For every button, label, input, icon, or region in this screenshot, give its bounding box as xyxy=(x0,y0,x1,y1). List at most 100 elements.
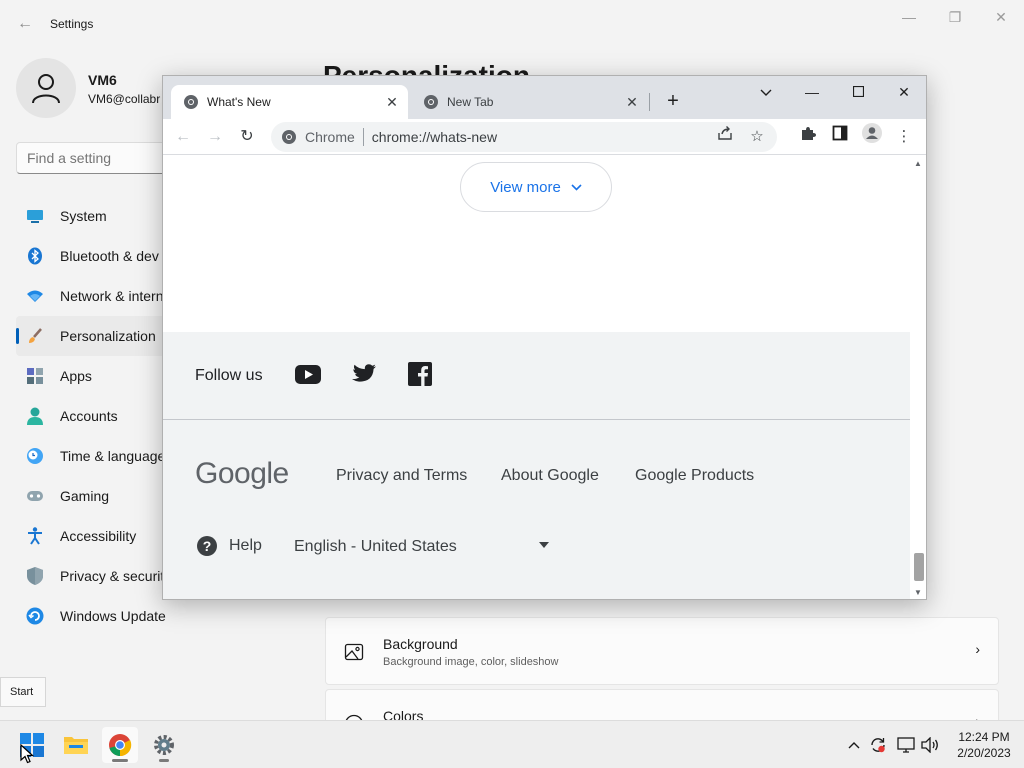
running-indicator xyxy=(159,759,169,762)
taskbar-clock[interactable]: 12:24 PM 2/20/2023 xyxy=(950,729,1018,761)
chrome-favicon-icon xyxy=(281,129,297,145)
back-arrow-icon[interactable]: ← xyxy=(14,13,36,35)
chrome-taskbar-button[interactable] xyxy=(102,727,138,763)
sidebar-item-accessibility[interactable]: Accessibility xyxy=(16,516,176,556)
chevron-down-icon xyxy=(760,89,772,96)
card-title: Background xyxy=(383,636,458,652)
chrome-maximize-button[interactable] xyxy=(835,78,881,106)
profile-avatar-icon[interactable] xyxy=(858,123,886,151)
omnibox-url[interactable]: chrome://whats-new xyxy=(372,129,713,145)
person-icon xyxy=(32,74,60,104)
maximize-icon xyxy=(852,85,864,98)
network-icon[interactable] xyxy=(896,735,916,755)
omnibox[interactable]: Chrome chrome://whats-new ☆ xyxy=(271,122,777,152)
bookmark-star-icon[interactable]: ☆ xyxy=(745,125,769,149)
tab-search-button[interactable] xyxy=(743,78,789,106)
dropdown-arrow-icon[interactable] xyxy=(539,542,549,548)
tab-new-tab[interactable]: New Tab ✕ xyxy=(411,85,648,119)
sidebar-item-label: Bluetooth & dev xyxy=(60,248,159,264)
page-content: View more Follow us Google Privacy and T… xyxy=(163,156,910,599)
file-explorer-button[interactable] xyxy=(58,727,94,763)
sidebar-item-windows-update[interactable]: Windows Update xyxy=(16,596,176,636)
bluetooth-icon xyxy=(26,247,44,265)
settings-minimize-button[interactable]: — xyxy=(886,6,932,28)
new-tab-button[interactable]: + xyxy=(659,88,687,116)
accessibility-icon xyxy=(26,527,44,545)
sidebar-item-label: Privacy & securit xyxy=(60,568,165,584)
sidebar-item-label: Accounts xyxy=(60,408,118,424)
forward-arrow-icon[interactable]: → xyxy=(201,123,229,151)
settings-close-button[interactable]: ✕ xyxy=(978,6,1024,28)
sidebar-item-apps[interactable]: Apps xyxy=(16,356,176,396)
volume-icon[interactable] xyxy=(920,735,940,755)
tab-close-icon[interactable]: ✕ xyxy=(624,94,640,110)
sidebar-item-accounts[interactable]: Accounts xyxy=(16,396,176,436)
tab-separator xyxy=(649,93,650,111)
sidebar-item-label: Accessibility xyxy=(60,528,137,544)
colors-setting-card[interactable]: Colors › xyxy=(325,689,999,720)
settings-taskbar-button[interactable] xyxy=(146,727,182,763)
sidebar-item-system[interactable]: System xyxy=(16,196,176,236)
scroll-down-arrow-icon[interactable]: ▼ xyxy=(914,588,922,597)
privacy-and-terms-link[interactable]: Privacy and Terms xyxy=(336,467,467,485)
tab-close-icon[interactable]: ✕ xyxy=(384,94,400,110)
settings-maximize-button[interactable]: ❐ xyxy=(932,6,978,28)
language-select[interactable]: English - United States xyxy=(294,538,457,556)
back-arrow-icon[interactable]: ← xyxy=(169,123,197,151)
side-panel-icon[interactable] xyxy=(826,123,854,151)
clock-date: 2/20/2023 xyxy=(957,746,1011,760)
tab-whats-new[interactable]: What's New ✕ xyxy=(171,85,408,119)
page-scrollbar[interactable]: ▲ ▼ xyxy=(910,156,926,599)
settings-window-title: Settings xyxy=(50,17,94,31)
extensions-puzzle-icon[interactable] xyxy=(794,123,822,151)
view-more-label: View more xyxy=(490,178,561,196)
chrome-minimize-button[interactable]: — xyxy=(789,78,835,106)
person-icon xyxy=(26,407,44,425)
sidebar-item-time-language[interactable]: Time & language xyxy=(16,436,176,476)
chrome-tab-strip: What's New ✕ New Tab ✕ + — ✕ xyxy=(163,76,926,119)
sidebar-item-bluetooth[interactable]: Bluetooth & dev xyxy=(16,236,176,276)
tab-title: New Tab xyxy=(447,95,494,109)
paintbrush-icon xyxy=(26,327,44,345)
scrollbar-thumb[interactable] xyxy=(914,553,924,581)
avatar[interactable] xyxy=(16,58,76,118)
settings-search-input[interactable] xyxy=(16,142,176,174)
tab-title: What's New xyxy=(207,95,271,109)
sidebar-item-network[interactable]: Network & intern xyxy=(16,276,176,316)
chrome-window: What's New ✕ New Tab ✕ + — ✕ ← → ↻ Chrom… xyxy=(162,75,927,600)
sidebar-item-label: Network & intern xyxy=(60,288,164,304)
chevron-right-icon: › xyxy=(975,641,980,657)
shield-icon xyxy=(26,567,44,585)
chrome-logo-icon xyxy=(109,734,132,757)
sidebar-item-label: Apps xyxy=(60,368,92,384)
settings-titlebar: ← Settings — ❐ ✕ xyxy=(0,0,1024,48)
sidebar-item-personalization[interactable]: Personalization xyxy=(16,316,176,356)
sidebar-item-label: System xyxy=(60,208,107,224)
background-image-icon xyxy=(344,642,364,662)
card-title: Colors xyxy=(383,708,424,720)
help-link[interactable]: Help xyxy=(229,537,262,555)
view-more-button[interactable]: View more xyxy=(460,162,612,212)
share-icon[interactable] xyxy=(713,125,737,149)
kebab-menu-icon[interactable]: ⋮ xyxy=(890,123,918,151)
about-google-link[interactable]: About Google xyxy=(501,467,599,485)
clock-time: 12:24 PM xyxy=(958,730,1010,744)
google-logo[interactable]: Google xyxy=(195,457,289,491)
update-icon xyxy=(26,607,44,625)
youtube-icon[interactable] xyxy=(294,360,322,388)
background-setting-card[interactable]: Background Background image, color, slid… xyxy=(325,617,999,685)
chrome-close-button[interactable]: ✕ xyxy=(881,78,926,106)
scroll-up-arrow-icon[interactable]: ▲ xyxy=(914,159,922,168)
sync-status-icon[interactable] xyxy=(868,735,888,755)
page-footer: Follow us Google Privacy and Terms About… xyxy=(163,332,910,599)
google-products-link[interactable]: Google Products xyxy=(635,467,754,485)
show-hidden-icons-chevron-icon[interactable] xyxy=(844,735,864,755)
follow-us-label: Follow us xyxy=(195,367,263,384)
twitter-icon[interactable] xyxy=(350,360,378,388)
sidebar-item-privacy[interactable]: Privacy & securit xyxy=(16,556,176,596)
sidebar-item-label: Personalization xyxy=(60,328,156,344)
facebook-icon[interactable] xyxy=(406,360,434,388)
reload-icon[interactable]: ↻ xyxy=(233,123,261,151)
sidebar-item-gaming[interactable]: Gaming xyxy=(16,476,176,516)
help-icon[interactable]: ? xyxy=(197,536,217,556)
